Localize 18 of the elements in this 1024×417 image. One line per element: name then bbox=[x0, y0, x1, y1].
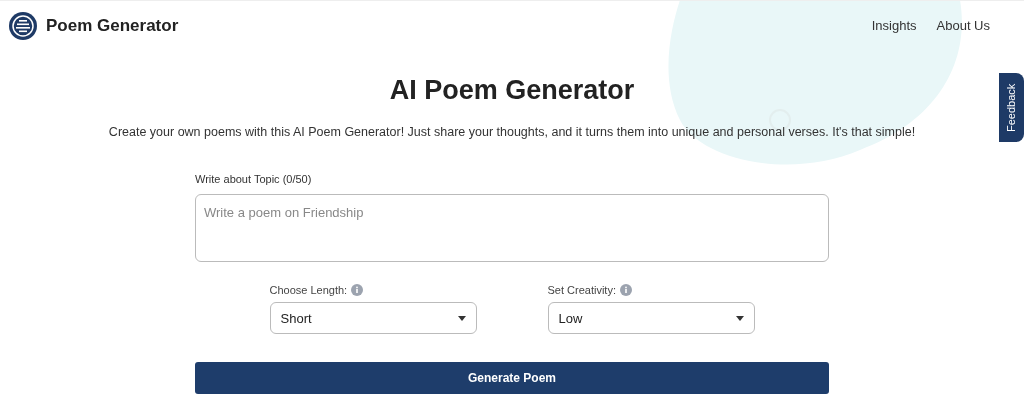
info-icon[interactable] bbox=[351, 284, 364, 296]
dropdown[interactable]: Low bbox=[547, 302, 755, 335]
caret-icon bbox=[457, 315, 466, 321]
generate-button[interactable]: Generate Poem bbox=[195, 362, 829, 395]
caret-icon bbox=[735, 315, 744, 321]
page-title: AI Poem Generator bbox=[389, 74, 635, 107]
dropdown[interactable]: Short bbox=[269, 302, 477, 335]
field-label: Write about Topic (0/50) bbox=[195, 172, 313, 188]
feedback-tab[interactable]: Feedback bbox=[999, 73, 1024, 142]
topic-field[interactable]: Write a poem on Friendship bbox=[195, 193, 829, 262]
subtitle: Create your own poems with this AI Poem Generator! Just share your thoughts, and it turns them into unique and personal verses. It's that simple! bbox=[108, 123, 916, 141]
field-label: Choose Length: bbox=[269, 282, 348, 298]
brand-name[interactable]: Poem Generator bbox=[46, 12, 179, 39]
nav-link[interactable]: Insights bbox=[871, 15, 917, 36]
field-label: Set Creativity: bbox=[547, 282, 616, 298]
info-icon[interactable] bbox=[619, 284, 632, 296]
logo-icon bbox=[8, 10, 38, 41]
nav-link[interactable]: About Us bbox=[936, 15, 990, 36]
